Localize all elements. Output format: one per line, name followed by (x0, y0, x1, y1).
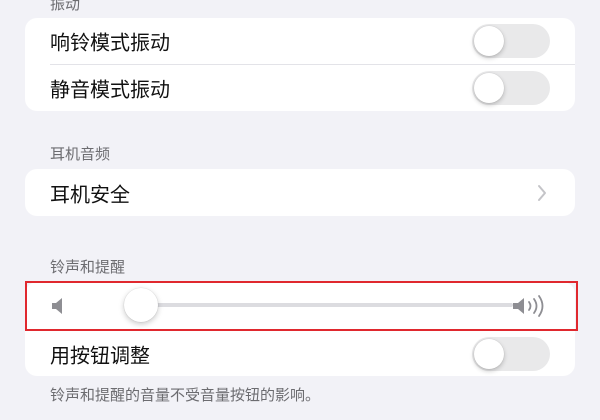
change-with-buttons-toggle[interactable] (472, 336, 550, 371)
section-label-ringer-alerts: 铃声和提醒 (50, 258, 126, 276)
toggle-knob (474, 26, 504, 56)
headphone-safety-row[interactable]: 耳机安全 (25, 169, 575, 216)
silent-mode-vibration-toggle[interactable] (472, 71, 550, 105)
ringer-volume-row (25, 282, 575, 330)
section-label-vibration: 振动 (50, 0, 81, 13)
silent-mode-vibration-label: 静音模式振动 (50, 77, 170, 102)
vibration-group: 响铃模式振动 静音模式振动 (25, 18, 575, 111)
speaker-high-icon (513, 295, 544, 317)
ring-mode-vibration-row[interactable]: 响铃模式振动 (25, 18, 575, 64)
chevron-right-icon (538, 184, 546, 201)
ring-mode-vibration-label: 响铃模式振动 (50, 30, 170, 55)
speaker-low-icon (52, 298, 62, 314)
ring-mode-vibration-toggle[interactable] (472, 24, 550, 58)
headphone-audio-group: 耳机安全 (25, 169, 575, 216)
silent-mode-vibration-row[interactable]: 静音模式振动 (25, 65, 575, 111)
ringer-alerts-footer-note: 铃声和提醒的音量不受音量按钮的影响。 (50, 386, 321, 404)
ringer-volume-slider[interactable] (125, 303, 513, 307)
change-with-buttons-row[interactable]: 用按钮调整 (25, 331, 575, 376)
section-label-headphone-audio: 耳机音频 (50, 145, 111, 163)
ringer-volume-slider-thumb[interactable] (123, 288, 158, 322)
toggle-knob (474, 73, 504, 103)
ringer-alerts-group: 用按钮调整 (25, 282, 575, 376)
change-with-buttons-label: 用按钮调整 (50, 343, 150, 367)
headphone-safety-label: 耳机安全 (50, 182, 130, 206)
toggle-knob (474, 338, 504, 369)
